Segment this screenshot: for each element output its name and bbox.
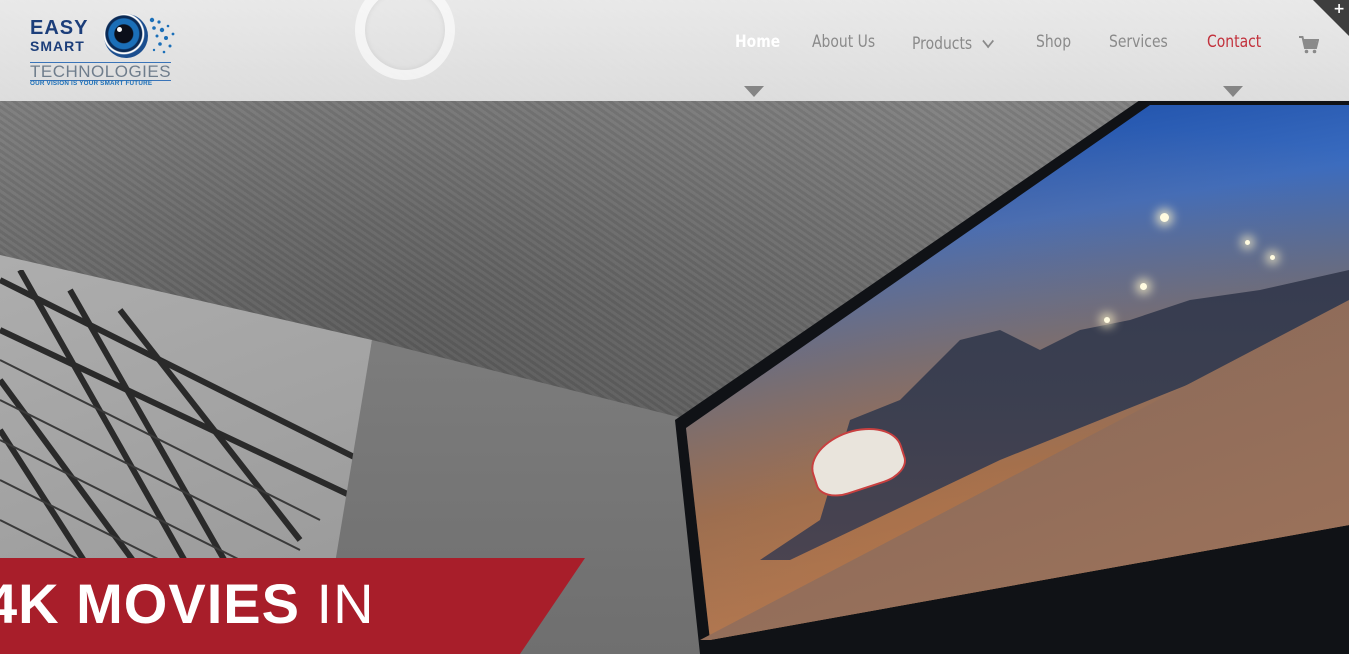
main-nav: Home About Us Products Shop Services Con… bbox=[0, 30, 1349, 60]
hero-banner-bold: 4K MOVIES bbox=[0, 572, 300, 635]
logo-line-technologies: TECHNOLOGIES bbox=[30, 62, 172, 81]
logo-tagline: OUR VISION IS YOUR SMART FUTURE bbox=[30, 80, 153, 87]
hero-banner-light: IN bbox=[316, 572, 375, 635]
nav-products-label: Products bbox=[912, 34, 973, 54]
stair-railing bbox=[0, 270, 360, 570]
nav-contact[interactable]: Contact bbox=[1207, 32, 1261, 52]
plus-icon: + bbox=[1333, 1, 1345, 17]
hero-banner-text: 4K MOVIES IN bbox=[0, 571, 375, 636]
nav-contact-indicator bbox=[1223, 86, 1243, 97]
street-light bbox=[1140, 283, 1147, 290]
nav-shop[interactable]: Shop bbox=[1036, 32, 1071, 52]
nav-home[interactable]: Home bbox=[735, 32, 780, 52]
chevron-down-icon bbox=[982, 34, 995, 49]
nav-products[interactable]: Products bbox=[912, 34, 995, 54]
nav-services[interactable]: Services bbox=[1109, 32, 1168, 52]
street-light bbox=[1270, 255, 1275, 260]
nav-about-us[interactable]: About Us bbox=[812, 32, 875, 52]
nav-active-indicator bbox=[744, 86, 764, 97]
street-light bbox=[1160, 213, 1169, 222]
shopping-cart-icon[interactable] bbox=[1299, 36, 1319, 54]
site-header: EASY SMART TECHNOLOGIES OUR VISION IS YO… bbox=[0, 0, 1349, 101]
street-light bbox=[1245, 240, 1250, 245]
street-light bbox=[1104, 317, 1110, 323]
